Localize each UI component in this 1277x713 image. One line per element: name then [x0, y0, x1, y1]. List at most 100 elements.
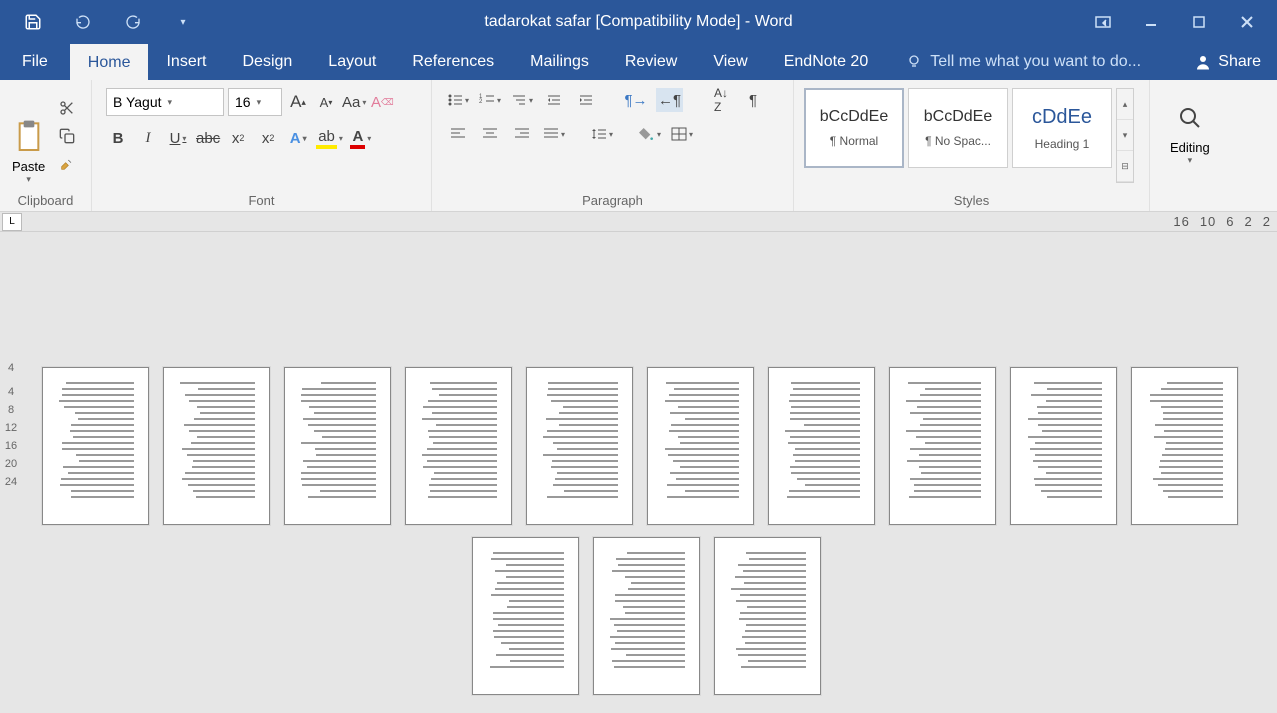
copy-icon	[59, 128, 75, 144]
font-size-combo[interactable]: 16▾	[228, 88, 282, 116]
search-icon[interactable]	[1178, 106, 1202, 130]
line-spacing-button[interactable]	[590, 122, 614, 146]
save-icon[interactable]	[18, 7, 48, 37]
tab-layout[interactable]: Layout	[310, 44, 394, 80]
qat-customize-icon[interactable]: ▾	[168, 7, 198, 37]
gallery-up-icon[interactable]: ▴	[1117, 89, 1133, 120]
copy-button[interactable]	[55, 124, 79, 148]
svg-text:2: 2	[479, 99, 483, 105]
change-case-button[interactable]: Aa	[342, 90, 366, 114]
share-button[interactable]: Share	[1178, 44, 1277, 80]
chevron-down-icon[interactable]: ▾	[1188, 155, 1193, 166]
highlight-button[interactable]: ab	[316, 126, 343, 150]
font-name-value: B Yagut	[113, 94, 162, 110]
text-effects-button[interactable]: A	[286, 126, 310, 150]
format-painter-button[interactable]	[55, 152, 79, 176]
maximize-icon[interactable]	[1177, 7, 1221, 37]
font-label: Font	[92, 191, 431, 211]
numbering-button[interactable]: 12	[478, 88, 502, 112]
tell-me-search[interactable]: Tell me what you want to do...	[886, 44, 1178, 80]
show-marks-button[interactable]: ¶	[741, 88, 765, 112]
page-thumbnail[interactable]	[714, 537, 821, 695]
page-thumbnail[interactable]	[472, 537, 579, 695]
horizontal-ruler: L 16 10 6 2 2	[0, 212, 1277, 232]
group-clipboard: Paste ▾ Clipboard	[0, 80, 92, 211]
style-heading1[interactable]: cDdEe Heading 1	[1012, 88, 1112, 168]
page-thumbnail[interactable]	[889, 367, 996, 525]
tab-home[interactable]: Home	[70, 44, 149, 80]
page-thumbnail[interactable]	[163, 367, 270, 525]
style-normal[interactable]: bCcDdEe ¶ Normal	[804, 88, 904, 168]
page-thumbnail[interactable]	[405, 367, 512, 525]
ribbon-display-icon[interactable]	[1081, 7, 1125, 37]
align-right-button[interactable]	[510, 122, 534, 146]
borders-button[interactable]	[670, 122, 694, 146]
tab-insert[interactable]: Insert	[148, 44, 224, 80]
bucket-icon	[639, 126, 655, 142]
align-left-button[interactable]	[446, 122, 470, 146]
ruler-mark: 12	[5, 422, 17, 434]
bullets-button[interactable]	[446, 88, 470, 112]
superscript-button[interactable]: x2	[256, 126, 280, 150]
clear-format-button[interactable]: A⌫	[370, 90, 394, 114]
align-right-icon	[514, 127, 530, 141]
gallery-expand-icon[interactable]: ⊟	[1117, 151, 1133, 182]
share-label: Share	[1218, 53, 1261, 71]
tab-review[interactable]: Review	[607, 44, 695, 80]
paste-button[interactable]: Paste ▾	[6, 84, 51, 187]
shrink-font-button[interactable]: A▾	[314, 90, 338, 114]
tell-me-label: Tell me what you want to do...	[930, 53, 1141, 71]
subscript-button[interactable]: x2	[226, 126, 250, 150]
rtl-button[interactable]: ←¶	[656, 88, 683, 112]
page-thumbnail[interactable]	[42, 367, 149, 525]
grow-font-button[interactable]: A▴	[286, 90, 310, 114]
tab-mailings[interactable]: Mailings	[512, 44, 607, 80]
group-font: B Yagut▾ 16▾ A▴ A▾ Aa A⌫ B I U abc x2 x2…	[92, 80, 432, 211]
tab-references[interactable]: References	[394, 44, 512, 80]
style-nospacing[interactable]: bCcDdEe ¶ No Spac...	[908, 88, 1008, 168]
page-thumbnail[interactable]	[526, 367, 633, 525]
ruler-mark: 4	[8, 386, 14, 398]
document-area[interactable]: 4 4 8 12 16 20 24	[0, 232, 1277, 713]
multilevel-button[interactable]	[510, 88, 534, 112]
page-thumbnail[interactable]	[647, 367, 754, 525]
tab-file[interactable]: File	[0, 44, 70, 80]
ruler-marks: 16 10 6 2 2	[1173, 214, 1271, 229]
paste-label: Paste	[12, 159, 45, 174]
shading-button[interactable]	[638, 122, 662, 146]
redo-icon[interactable]	[118, 7, 148, 37]
cut-button[interactable]	[55, 96, 79, 120]
tab-design[interactable]: Design	[224, 44, 310, 80]
strike-button[interactable]: abc	[196, 126, 220, 150]
page-thumbnail[interactable]	[593, 537, 700, 695]
indent-icon	[578, 93, 594, 107]
font-color-button[interactable]: A	[349, 126, 373, 150]
align-left-icon	[450, 127, 466, 141]
tab-endnote[interactable]: EndNote 20	[766, 44, 887, 80]
align-center-button[interactable]	[478, 122, 502, 146]
undo-icon[interactable]	[68, 7, 98, 37]
sort-button[interactable]: A↓Z	[709, 88, 733, 112]
page-thumbnail[interactable]	[284, 367, 391, 525]
increase-indent-button[interactable]	[574, 88, 598, 112]
share-icon	[1194, 53, 1212, 71]
gallery-down-icon[interactable]: ▾	[1117, 120, 1133, 151]
justify-button[interactable]	[542, 122, 566, 146]
italic-button[interactable]: I	[136, 126, 160, 150]
page-thumbnail[interactable]	[768, 367, 875, 525]
bold-button[interactable]: B	[106, 126, 130, 150]
close-icon[interactable]	[1225, 7, 1269, 37]
group-styles: bCcDdEe ¶ Normal bCcDdEe ¶ No Spac... cD…	[794, 80, 1150, 211]
ruler-mark: 10	[1200, 214, 1216, 229]
ltr-button[interactable]: ¶→	[624, 88, 648, 112]
tab-view[interactable]: View	[695, 44, 765, 80]
minimize-icon[interactable]	[1129, 7, 1173, 37]
font-name-combo[interactable]: B Yagut▾	[106, 88, 224, 116]
page-thumbnail[interactable]	[1131, 367, 1238, 525]
chevron-down-icon: ▾	[26, 174, 31, 185]
tab-selector[interactable]: L	[2, 213, 22, 231]
page-thumbnail[interactable]	[1010, 367, 1117, 525]
editing-label[interactable]: Editing	[1170, 140, 1210, 155]
underline-button[interactable]: U	[166, 126, 190, 150]
decrease-indent-button[interactable]	[542, 88, 566, 112]
